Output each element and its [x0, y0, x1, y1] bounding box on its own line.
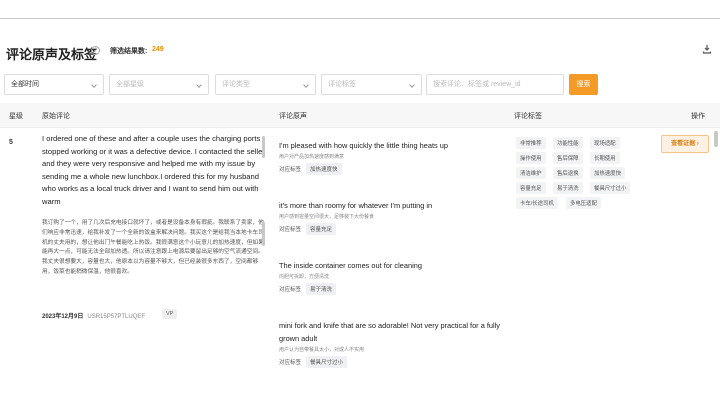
page-header: 评论原声及标签 ? 筛选结果数: 249: [0, 38, 720, 66]
voice-item: The inside container comes out for clean…: [279, 259, 504, 295]
voice-tag-label: 对应标签: [279, 167, 302, 173]
help-icon[interactable]: ?: [91, 46, 100, 55]
star-select-placeholder: 全部星级: [116, 81, 144, 88]
voice-translation: 内胆可拆卸，方便清洗: [279, 274, 330, 280]
label-tag[interactable]: 非常推荐: [516, 137, 546, 149]
chevron-down-icon: [409, 82, 415, 88]
label-tag[interactable]: 现场适配: [590, 137, 620, 149]
review-date: 2023年12月9日: [42, 314, 84, 320]
voice-item: it's more than roomy for whatever I'm pu…: [279, 199, 504, 235]
label-tag[interactable]: 功能性能: [553, 137, 583, 149]
result-count-value: 249: [152, 46, 164, 53]
scrollbar[interactable]: [262, 222, 265, 246]
label-tag[interactable]: 容量充足: [516, 182, 546, 194]
col-original: 原始评论: [42, 113, 70, 120]
review-tag-placeholder: 评论标签: [328, 81, 356, 88]
voice-tag-row: 对应标签 容量充足: [279, 223, 504, 235]
original-review-zh: 我订购了一个，用了几次后充电接口就坏了，或者是设备本身有瑕疵。我联系了卖家，他们…: [42, 220, 264, 275]
label-tag[interactable]: 清洁维护: [516, 167, 546, 179]
col-star: 星级: [9, 113, 23, 120]
scrollbar[interactable]: [714, 131, 718, 147]
download-icon[interactable]: [702, 44, 712, 54]
label-tag[interactable]: 易于清洗: [553, 182, 583, 194]
star-rating: 5: [9, 139, 13, 146]
label-tag[interactable]: 餐具尺寸过小: [590, 182, 631, 194]
voice-tag[interactable]: 容量充足: [306, 223, 337, 235]
voice-tag-label: 对应标签: [279, 287, 302, 293]
filter-bar: 全部时间 全部星级 评论类型 评论标签 搜索评论、标签或 review_id 搜…: [0, 74, 720, 96]
review-meta: 2023年12月9日 USR15P57PTLUQEF: [42, 311, 145, 320]
view-evidence-button[interactable]: 查看证据 ›: [661, 135, 709, 153]
result-count-label: 筛选结果数:: [110, 48, 148, 55]
voice-text: mini fork and knife that are so adorable…: [279, 321, 501, 343]
page-title: 评论原声及标签: [6, 47, 98, 62]
voice-tag-row: 对应标签 易于清洗: [279, 283, 504, 295]
voice-tag-row: 对应标签 餐具尺寸过小: [279, 356, 504, 368]
voice-tag-label: 对应标签: [279, 227, 302, 233]
voice-tag[interactable]: 加热速度快: [306, 163, 342, 175]
label-tag[interactable]: 售后保障: [553, 152, 583, 164]
search-input[interactable]: 搜索评论、标签或 review_id: [426, 74, 564, 95]
col-tags: 评论标签: [514, 113, 542, 120]
voice-text: it's more than roomy for whatever I'm pu…: [279, 201, 433, 210]
table-header: 星级 原始评论 评论原声 评论标签 操作: [0, 103, 720, 127]
label-tag[interactable]: 售后退换: [553, 167, 583, 179]
original-review-en: I ordered one of these and after a coupl…: [42, 134, 265, 206]
voice-item: I'm pleased with how quickly the little …: [279, 139, 504, 175]
voice-tag-label: 对应标签: [279, 360, 302, 366]
col-voice: 评论原声: [279, 113, 307, 120]
voice-tag-row: 对应标签 加热速度快: [279, 163, 504, 175]
label-tag[interactable]: 多电压适配: [566, 197, 601, 209]
review-id[interactable]: USR15P57PTLUQEF: [87, 314, 145, 320]
chevron-down-icon: [196, 82, 202, 88]
label-tag[interactable]: 卡车/长途司机: [516, 197, 558, 209]
voice-tag[interactable]: 易于清洗: [306, 283, 337, 295]
label-tag[interactable]: 操作使用: [516, 152, 546, 164]
search-button[interactable]: 搜索: [569, 74, 598, 95]
voice-translation: 用户感到容量空间很大，足够装下大份餐食: [279, 214, 375, 220]
star-select[interactable]: 全部星级: [109, 74, 209, 95]
review-type-placeholder: 评论类型: [222, 81, 250, 88]
chevron-down-icon: [303, 82, 309, 88]
vp-badge: VP: [162, 309, 178, 319]
time-select[interactable]: 全部时间: [4, 74, 104, 95]
scrollbar[interactable]: [262, 136, 265, 158]
divider: [0, 127, 720, 128]
review-tag-select[interactable]: 评论标签: [321, 74, 422, 95]
review-type-select[interactable]: 评论类型: [215, 74, 316, 95]
label-tag[interactable]: 加热速度快: [590, 167, 625, 179]
chevron-down-icon: [91, 82, 97, 88]
voice-translation: 用户对产品加热速度感到满意: [279, 154, 345, 160]
label-tag[interactable]: 长期使用: [590, 152, 620, 164]
col-action: 操作: [691, 113, 705, 120]
voice-translation: 用户认为自带餐具太小，对成人不实用: [279, 347, 365, 353]
voice-item: mini fork and knife that are so adorable…: [279, 319, 504, 368]
voice-text: The inside container comes out for clean…: [279, 261, 422, 270]
voice-tag[interactable]: 餐具尺寸过小: [306, 356, 348, 368]
top-bar: [0, 0, 720, 19]
voice-text: I'm pleased with how quickly the little …: [279, 141, 449, 150]
time-select-value: 全部时间: [11, 81, 39, 88]
